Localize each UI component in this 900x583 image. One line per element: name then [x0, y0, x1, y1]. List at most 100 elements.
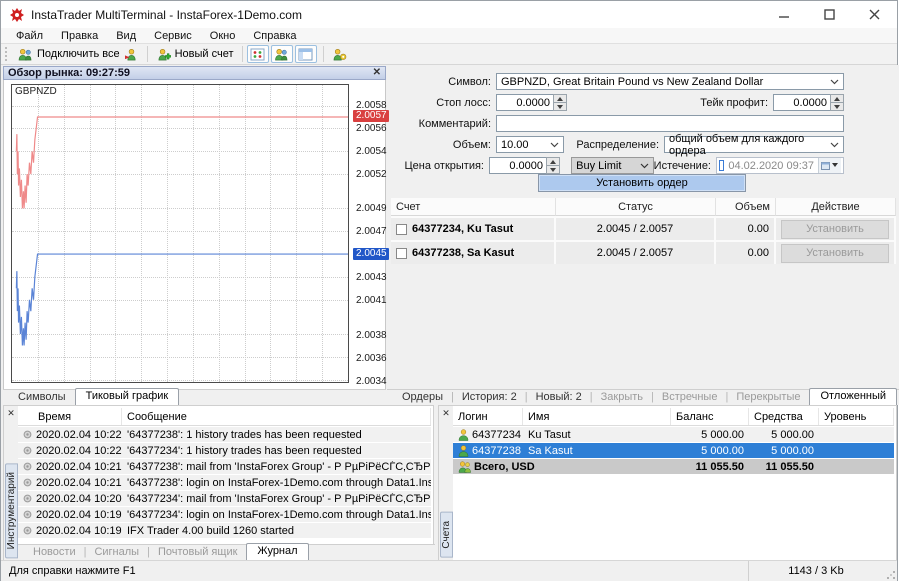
account-row[interactable]: 64377234Ku Tasut5 000.005 000.00 — [453, 427, 894, 442]
resize-grip[interactable] — [883, 561, 897, 581]
column-header-action[interactable]: Действие — [776, 198, 896, 216]
price-tick-label: 2.0052 — [356, 169, 387, 180]
toolbox-tab-mailbox[interactable]: Почтовый ящик — [151, 545, 244, 560]
menu-item-service[interactable]: Сервис — [145, 29, 201, 43]
new-account-button[interactable]: Новый счет — [152, 47, 238, 62]
accounts-close-icon[interactable]: ✕ — [442, 406, 450, 421]
stop-loss-label: Стоп лосс: — [391, 97, 491, 109]
toolbox-tab-news[interactable]: Новости — [26, 545, 83, 560]
journal-row-time: 2020.02.04 10:19:5... — [18, 509, 122, 521]
connect-all-button[interactable]: Подключить все — [14, 47, 143, 62]
column-header-account[interactable]: Счет — [391, 198, 556, 216]
accounts-toggle-button[interactable] — [271, 45, 293, 63]
mw-tab-symbols[interactable]: Символы — [11, 390, 73, 405]
toolbox-tab-journal[interactable]: Журнал — [246, 543, 308, 561]
journal-row[interactable]: 2020.02.04 10:21:1...'64377238': mail fr… — [18, 459, 431, 474]
order-type-select[interactable]: Buy Limit — [571, 157, 654, 174]
price-tick-label: 2.0056 — [356, 123, 387, 134]
minimize-button[interactable] — [762, 1, 807, 28]
volume-select[interactable]: 10.00 — [496, 136, 564, 153]
column-header-level[interactable]: Уровень — [819, 408, 894, 425]
orders-tab-history[interactable]: История: 2 — [455, 390, 524, 405]
spin-up-button[interactable] — [553, 94, 567, 103]
orders-table-header: Счет Статус Объем Действие — [391, 198, 896, 216]
menu-item-view[interactable]: Вид — [107, 29, 145, 43]
journal-row-message: '64377234': mail from 'InstaForex Group'… — [122, 493, 431, 505]
open-price-stepper[interactable]: 0.0000 — [489, 157, 560, 174]
account-row[interactable]: 64377238Sa Kasut5 000.005 000.00 — [453, 443, 894, 458]
accounts-table: Логин Имя Баланс Средства Уровень 643772… — [453, 408, 894, 474]
menu-item-edit[interactable]: Правка — [52, 29, 107, 43]
set-order-button[interactable]: Установить — [781, 244, 889, 263]
journal-time-text: 2020.02.04 10:19:5... — [36, 509, 122, 521]
market-watch-close-icon[interactable]: ✕ — [373, 68, 381, 78]
price-tick-label: 2.0049 — [356, 203, 387, 214]
toolbox-close-icon[interactable]: ✕ — [7, 406, 15, 421]
column-header-time[interactable]: Время — [18, 408, 122, 425]
journal-row[interactable]: 2020.02.04 10:20:0...'64377234': mail fr… — [18, 491, 431, 506]
mw-tab-tick-chart[interactable]: Тиковый график — [75, 388, 180, 406]
distribution-select[interactable]: общий объем для каждого ордера — [664, 136, 844, 153]
toolbox-toggle-button[interactable] — [295, 45, 317, 63]
column-header-name[interactable]: Имя — [523, 408, 671, 425]
menu-item-help[interactable]: Справка — [244, 29, 305, 43]
orders-tabbar: Ордеры|История: 2|Новый: 2|Закрыть|Встре… — [387, 389, 899, 405]
toolbar-grip[interactable] — [5, 47, 10, 61]
orders-tab-new[interactable]: Новый: 2 — [529, 390, 589, 405]
close-button[interactable] — [852, 1, 897, 28]
spin-up-button[interactable] — [830, 94, 844, 103]
journal-row[interactable]: 2020.02.04 10:19:3...IFX Trader 4.00 bui… — [18, 523, 431, 538]
menu-item-window[interactable]: Окно — [201, 29, 245, 43]
orders-tab-counter[interactable]: Встречные — [655, 390, 725, 405]
account-settings-button[interactable] — [328, 47, 351, 62]
open-price-input[interactable]: 0.0000 — [489, 157, 546, 174]
symbol-select[interactable]: GBPNZD, Great Britain Pound vs New Zeala… — [496, 73, 844, 90]
column-header-equity[interactable]: Средства — [749, 408, 819, 425]
journal-row-time: 2020.02.04 10:22:2... — [18, 429, 122, 441]
spin-up-button[interactable] — [546, 157, 560, 166]
orders-tab-pending[interactable]: Отложенный — [809, 388, 897, 406]
connect-all-icon — [18, 48, 33, 61]
stop-loss-input[interactable]: 0.0000 — [496, 94, 553, 111]
price-tick-label: 2.0047 — [356, 226, 387, 237]
journal-row[interactable]: 2020.02.04 10:21:0...'64377238': login o… — [18, 475, 431, 490]
toolbox-tab-signals[interactable]: Сигналы — [87, 545, 146, 560]
set-order-button[interactable]: Установить — [781, 220, 889, 239]
comment-input[interactable] — [496, 115, 844, 132]
order-row-checkbox[interactable] — [396, 224, 407, 235]
orders-tab-orders[interactable]: Ордеры — [395, 390, 450, 405]
calendar-dropdown-button[interactable] — [818, 158, 841, 173]
column-header-balance[interactable]: Баланс — [671, 408, 749, 425]
market-watch-toggle-button[interactable] — [247, 45, 269, 63]
journal-entry-icon — [23, 462, 32, 471]
spin-down-button[interactable] — [546, 166, 560, 174]
stop-loss-stepper[interactable]: 0.0000 — [496, 94, 567, 111]
column-header-login[interactable]: Логин — [453, 408, 523, 425]
column-header-message[interactable]: Сообщение — [122, 408, 431, 425]
journal-row[interactable]: 2020.02.04 10:22:2...'64377234': 1 histo… — [18, 443, 431, 458]
spin-down-button[interactable] — [830, 103, 844, 111]
toolbox-side-tab[interactable]: Инструментарий — [5, 463, 18, 558]
take-profit-stepper[interactable]: 0.0000 — [773, 94, 844, 111]
disconnect-all-icon[interactable] — [124, 48, 139, 61]
maximize-button[interactable] — [807, 1, 852, 28]
order-row-account: 64377238, Sa Kasut — [391, 242, 556, 264]
column-header-status[interactable]: Статус — [556, 198, 716, 216]
new-account-icon — [156, 48, 171, 61]
order-row-checkbox[interactable] — [396, 248, 407, 259]
journal-row[interactable]: 2020.02.04 10:22:2...'64377238': 1 histo… — [18, 427, 431, 442]
tick-chart-plot[interactable]: GBPNZD — [11, 84, 349, 383]
journal-row[interactable]: 2020.02.04 10:19:5...'64377234': login o… — [18, 507, 431, 522]
column-header-volume[interactable]: Объем — [716, 198, 776, 216]
accounts-side-tab[interactable]: Счета — [440, 512, 453, 558]
volume-value: 10.00 — [501, 139, 529, 151]
spin-down-button[interactable] — [553, 103, 567, 111]
expiration-control[interactable]: 04.02.2020 09:37 — [716, 157, 844, 174]
take-profit-input[interactable]: 0.0000 — [773, 94, 830, 111]
orders-tab-overlapped[interactable]: Перекрытые — [729, 390, 807, 405]
app-logo-icon — [9, 7, 25, 23]
menu-item-file[interactable]: Файл — [7, 29, 52, 43]
place-order-button[interactable]: Установить ордер — [538, 174, 746, 192]
expiration-checkbox[interactable] — [719, 160, 724, 171]
orders-tab-close[interactable]: Закрыть — [594, 390, 650, 405]
